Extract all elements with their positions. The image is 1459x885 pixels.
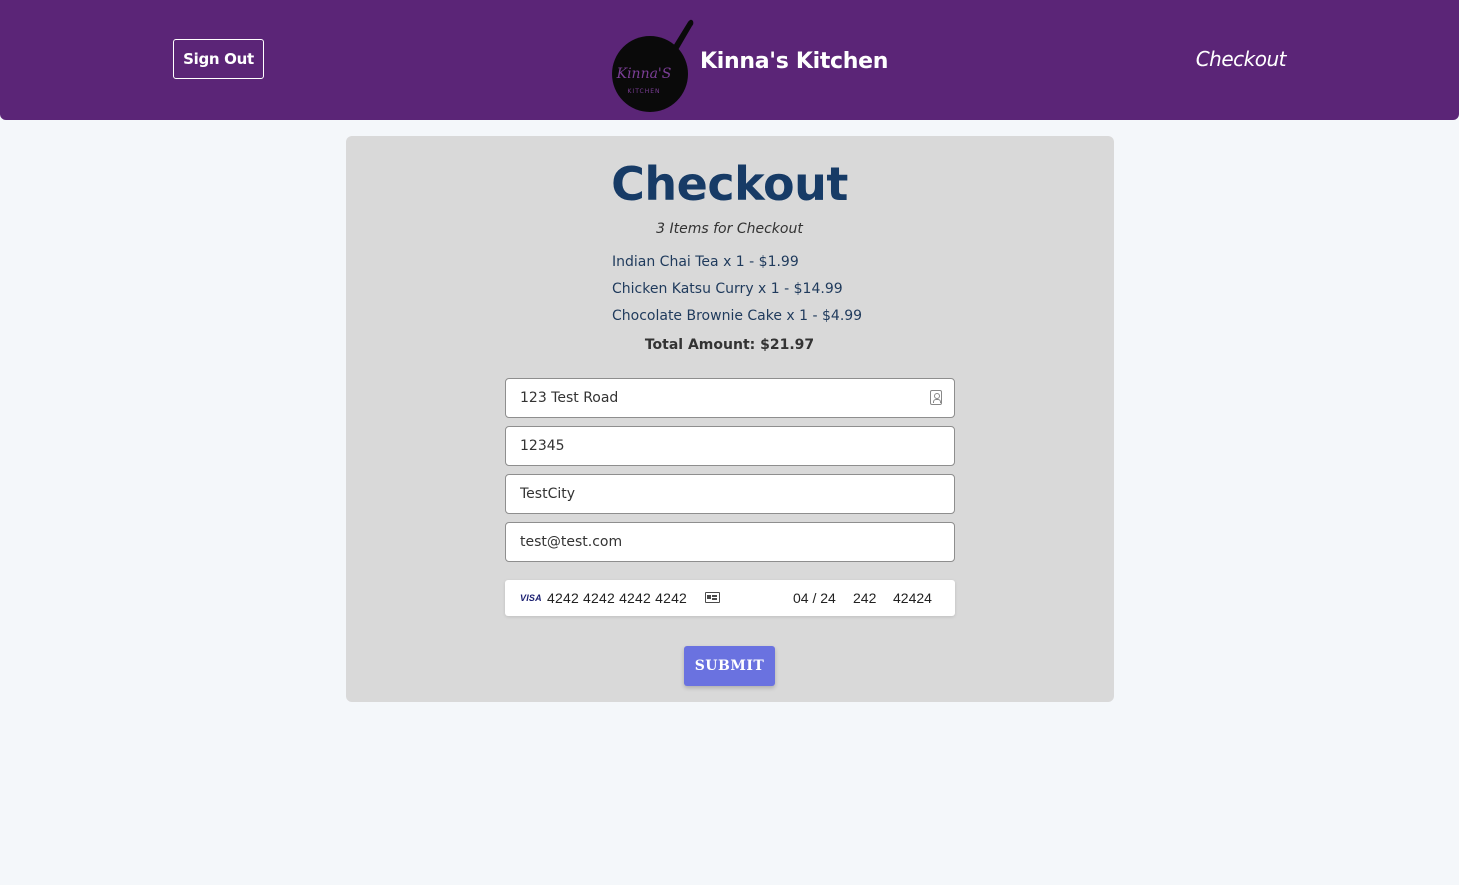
- logo-skillet-icon: Kinna'S KITCHEN: [612, 19, 694, 112]
- card-expiry-input[interactable]: 04 / 24: [793, 590, 836, 606]
- card-number-input[interactable]: 4242 4242 4242 4242: [547, 590, 687, 606]
- items-count-subtitle: 3 Items for Checkout: [656, 221, 803, 237]
- brand-name: Kinna's Kitchen: [700, 49, 889, 74]
- submit-button[interactable]: SUBMIT: [684, 646, 775, 686]
- city-input[interactable]: [505, 474, 955, 514]
- sign-out-button[interactable]: Sign Out: [173, 39, 264, 79]
- page-title: Checkout: [611, 157, 848, 211]
- visa-icon: VISA: [520, 593, 542, 603]
- email-input[interactable]: [505, 522, 955, 562]
- list-item: Indian Chai Tea x 1 - $1.99: [612, 254, 799, 270]
- card-payment-field[interactable]: VISA 4242 4242 4242 4242 04 / 24 242 424…: [505, 580, 955, 616]
- card-autofill-icon[interactable]: [705, 592, 720, 603]
- address-input[interactable]: [505, 378, 955, 418]
- logo-subtext: KITCHEN: [628, 88, 661, 95]
- card-postal-input[interactable]: 42424: [893, 590, 932, 606]
- contact-autofill-icon[interactable]: [930, 390, 942, 405]
- zip-input[interactable]: [505, 426, 955, 466]
- logo-text: Kinna'S: [616, 66, 672, 82]
- list-item: Chicken Katsu Curry x 1 - $14.99: [612, 281, 843, 297]
- top-nav-bar: Sign Out Kinna'S KITCHEN Kinna's Kitchen…: [0, 0, 1459, 120]
- list-item: Chocolate Brownie Cake x 1 - $4.99: [612, 308, 863, 324]
- brand[interactable]: Kinna'S KITCHEN Kinna's Kitchen: [610, 18, 888, 113]
- checkout-items-list: Indian Chai Tea x 1 - $1.99 Chicken Kats…: [612, 249, 862, 330]
- total-amount: Total Amount: $21.97: [644, 337, 815, 353]
- card-cvc-input[interactable]: 242: [853, 590, 876, 606]
- nav-link-checkout[interactable]: Checkout: [1196, 47, 1287, 71]
